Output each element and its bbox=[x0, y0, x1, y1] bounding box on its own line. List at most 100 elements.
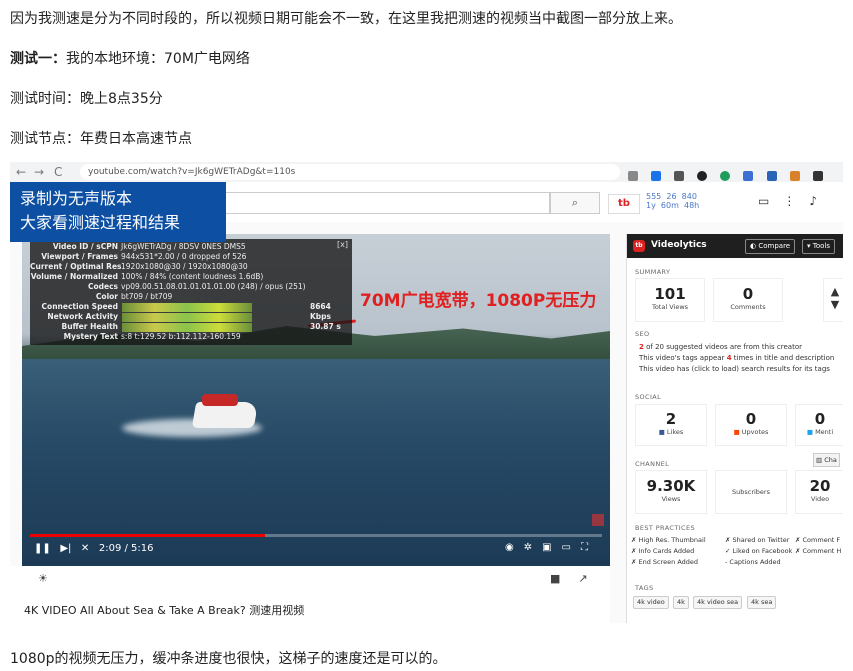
total-views-card: 101 Total Views bbox=[635, 278, 705, 322]
seo-line: 2 of 20 suggested videos are from this c… bbox=[639, 343, 802, 351]
brightness-icon[interactable]: ☀ bbox=[38, 572, 48, 585]
reload-icon[interactable]: C bbox=[54, 164, 62, 180]
extension-icon[interactable] bbox=[697, 170, 708, 181]
best-practices-section-label: BEST PRACTICES bbox=[635, 524, 696, 532]
speed-annotation: 70M广电宽带，1080P无压力 bbox=[360, 291, 597, 311]
create-video-icon[interactable]: ▭ bbox=[758, 194, 783, 208]
theater-icon[interactable]: ▭ bbox=[562, 542, 581, 553]
settings-gear-icon[interactable]: ✲ bbox=[524, 542, 542, 553]
seek-progress bbox=[30, 534, 265, 537]
stats-row: Current / Optimal Res1920x1080@30 / 1920… bbox=[30, 262, 248, 271]
stats-for-nerds: [x] Video ID / sCPN Jk6gWETrADg / 8DSV 0N… bbox=[30, 239, 352, 345]
search-icon: ⌕ bbox=[571, 196, 579, 209]
upvotes-card: 0 ■ Upvotes bbox=[715, 404, 787, 446]
video-frame-boat-top bbox=[202, 394, 238, 406]
stats-row: Color bt709 / bt709 bbox=[95, 292, 173, 301]
tag-chip[interactable]: 4k sea bbox=[747, 596, 777, 609]
twitter-icon: ■ bbox=[806, 428, 816, 436]
summary-section-label: SUMMARY bbox=[635, 268, 671, 276]
likes-card: 2 ■ Likes bbox=[635, 404, 707, 446]
best-practice-item: ✓ Liked on Facebook bbox=[725, 547, 793, 555]
player-controls-left: ❚❚ ▶| ✕ 2:09 / 5:16 bbox=[34, 542, 154, 556]
buffer-health-value: 30.87 s bbox=[310, 322, 341, 331]
stats-row: Volume / Normalized 100% / 84% (content l… bbox=[30, 272, 264, 281]
network-activity-graph bbox=[122, 313, 252, 322]
tools-button[interactable]: ▾ Tools bbox=[802, 239, 835, 254]
extension-icon[interactable] bbox=[789, 170, 800, 181]
channel-videos-card: 20 Video bbox=[795, 470, 843, 514]
search-button[interactable]: ⌕ bbox=[550, 192, 600, 214]
youtube-screenshot: ← → C youtube.com/watch?v=Jk6gWETrADg&t=… bbox=[10, 162, 843, 623]
seo-line: This video's tags appear 4 times in titl… bbox=[639, 354, 835, 362]
buffer-health-graph bbox=[122, 323, 252, 332]
video-action-icons: ■↗ bbox=[550, 572, 606, 585]
stats-row: Network Activity bbox=[47, 312, 118, 321]
back-arrow-icon[interactable]: ← bbox=[16, 164, 26, 180]
address-bar[interactable]: youtube.com/watch?v=Jk6gWETrADg&t=110s bbox=[80, 164, 620, 180]
best-practice-item: ✗ Shared on Twitter bbox=[725, 536, 790, 544]
tag-chip[interactable]: 4k bbox=[673, 596, 689, 609]
pause-icon[interactable]: ❚❚ bbox=[34, 543, 51, 554]
miniplayer-icon[interactable]: ▣ bbox=[542, 542, 561, 553]
close-icon[interactable]: [x] bbox=[337, 240, 348, 250]
translate-icon[interactable] bbox=[628, 170, 638, 181]
stats-row: Buffer Health bbox=[61, 322, 118, 331]
camera-icon[interactable]: ◉ bbox=[505, 542, 524, 553]
video-title: 4K VIDEO All About Sea & Take A Break? 测… bbox=[24, 604, 305, 617]
bell-icon[interactable]: ♪ bbox=[809, 194, 831, 208]
extension-icon[interactable] bbox=[743, 170, 754, 181]
test-node-paragraph: 测试节点：年费日本高速节点 bbox=[10, 131, 192, 147]
best-practice-item: ✗ Comment H bbox=[795, 547, 842, 555]
mentions-card: 0 ■ Menti bbox=[795, 404, 843, 446]
mute-icon[interactable]: ✕ bbox=[81, 543, 89, 554]
videolytics-header: tb Videolytics ◐ Compare ▾ Tools bbox=[627, 234, 843, 258]
extension-icon[interactable] bbox=[720, 170, 731, 181]
share-icon[interactable]: ↗ bbox=[578, 572, 605, 585]
best-practice-item: ✗ Comment F bbox=[795, 536, 841, 544]
compare-button[interactable]: ◐ Compare bbox=[745, 239, 796, 254]
browser-toolbar: ← → C youtube.com/watch?v=Jk6gWETrADg&t=… bbox=[10, 162, 843, 200]
social-section-label: SOCIAL bbox=[635, 393, 662, 401]
seo-line[interactable]: This video has (click to load) search re… bbox=[639, 364, 830, 374]
fullscreen-icon[interactable]: ⛶ bbox=[581, 542, 598, 553]
tubebuddy-logo[interactable]: tb bbox=[608, 194, 640, 214]
extension-icon[interactable] bbox=[766, 170, 777, 181]
seo-section-label: SEO bbox=[635, 330, 650, 338]
intro-paragraph: 因为我测速是分为不同时段的，所以视频日期可能会不一致，在这里我把测速的视频当中截… bbox=[10, 11, 682, 27]
stats-row: Viewport / Frames 944x531*2.00 / 0 droppe… bbox=[41, 252, 247, 261]
video-camera-icon[interactable]: ■ bbox=[550, 572, 578, 585]
videolytics-panel: tb Videolytics ◐ Compare ▾ Tools SUMMARY… bbox=[626, 234, 843, 623]
connection-speed-value: 8664 Kbps bbox=[310, 302, 332, 321]
test-env-text: 我的本地环境：70M广电网络 bbox=[66, 51, 250, 67]
star-icon[interactable] bbox=[651, 170, 662, 181]
next-icon[interactable]: ▶| bbox=[60, 543, 71, 554]
subscribers-card: Subscribers bbox=[715, 470, 787, 514]
forward-arrow-icon[interactable]: → bbox=[34, 164, 44, 180]
connection-speed-graph bbox=[122, 303, 252, 312]
test-time-paragraph: 测试时间：晚上8点35分 bbox=[10, 91, 163, 107]
extension-icon[interactable] bbox=[812, 170, 823, 181]
test-label: 测试一： bbox=[10, 51, 66, 67]
conclusion-paragraph: 1080p的视频无压力，缓冲条进度也很快，这梯子的速度还是可以的。 bbox=[10, 651, 447, 667]
stats-row: Video ID / sCPN Jk6gWETrADg / 8DSV 0NES D… bbox=[52, 242, 246, 251]
watermark bbox=[592, 514, 604, 526]
thumbs-up-icon: ▲ bbox=[830, 285, 840, 298]
videolytics-title: Videolytics bbox=[651, 240, 707, 250]
seek-bar[interactable] bbox=[30, 534, 602, 537]
best-practice-item: ✗ Info Cards Added bbox=[631, 547, 695, 555]
header-actions: ▭⋮♪ bbox=[758, 194, 831, 208]
channel-chart-button[interactable]: ▥ Cha bbox=[813, 453, 840, 467]
extension-icon[interactable] bbox=[674, 170, 685, 181]
tag-chip[interactable]: 4k video bbox=[633, 596, 669, 609]
reddit-icon: ■ bbox=[733, 428, 742, 436]
search-input[interactable] bbox=[210, 192, 550, 214]
time-display: 2:09 / 5:16 bbox=[98, 543, 154, 554]
best-practice-item: ✗ High Res. Thumbnail bbox=[631, 536, 706, 544]
apps-grid-icon[interactable]: ⋮ bbox=[783, 194, 809, 208]
recording-note-banner: 录制为无声版本 大家看测速过程和结果 bbox=[10, 182, 226, 242]
tag-chip[interactable]: 4k video sea bbox=[693, 596, 743, 609]
stats-row: Mystery Text s:8 t:129.52 b:112.112-160.1… bbox=[63, 332, 241, 341]
test-env-paragraph: 测试一：我的本地环境：70M广电网络 bbox=[10, 49, 250, 69]
thumbs-down-icon: ▼ bbox=[830, 298, 840, 311]
tubebuddy-logo-icon: tb bbox=[633, 240, 645, 252]
